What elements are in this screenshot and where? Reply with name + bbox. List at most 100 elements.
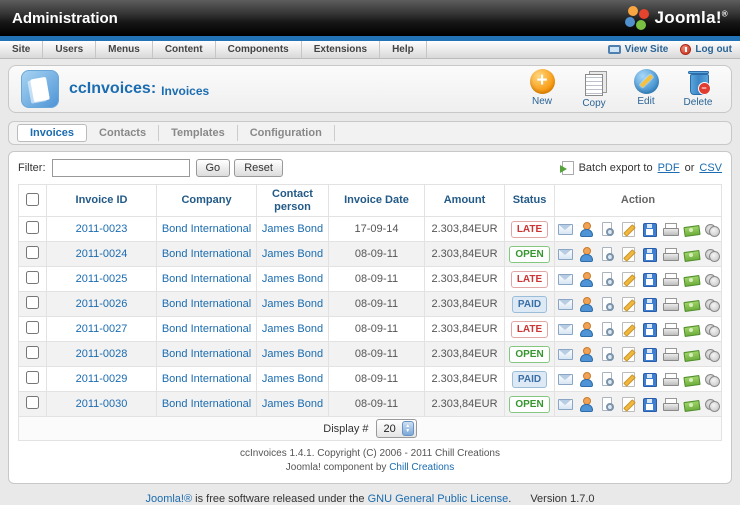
- invoice-id-link[interactable]: 2011-0029: [76, 373, 128, 385]
- credit-icon[interactable]: [704, 321, 720, 338]
- payment-icon[interactable]: [683, 221, 699, 237]
- edit-doc-icon[interactable]: [620, 221, 636, 238]
- chill-creations-link[interactable]: Chill Creations: [389, 462, 454, 473]
- company-link[interactable]: Bond International: [162, 298, 251, 310]
- print-icon[interactable]: [662, 371, 679, 387]
- contact-link[interactable]: James Bond: [262, 223, 323, 235]
- row-checkbox[interactable]: [26, 246, 39, 260]
- credit-icon[interactable]: [704, 296, 720, 313]
- edit-doc-icon[interactable]: [620, 246, 636, 263]
- row-checkbox[interactable]: [26, 371, 39, 385]
- send-email-icon[interactable]: [557, 346, 573, 362]
- download-icon[interactable]: [641, 296, 657, 313]
- preview-icon[interactable]: [599, 296, 615, 312]
- contact-icon[interactable]: [578, 271, 594, 288]
- preview-icon[interactable]: [599, 321, 615, 337]
- send-email-icon[interactable]: [557, 221, 573, 237]
- download-icon[interactable]: [641, 246, 657, 263]
- print-icon[interactable]: [662, 221, 679, 237]
- column-header-company[interactable]: Company: [156, 183, 257, 218]
- preview-icon[interactable]: [599, 346, 615, 362]
- print-icon[interactable]: [662, 321, 679, 337]
- download-icon[interactable]: [641, 221, 657, 238]
- invoice-id-link[interactable]: 2011-0027: [76, 323, 128, 335]
- menu-item[interactable]: Users: [43, 41, 97, 58]
- menu-item[interactable]: Site: [0, 41, 44, 58]
- credit-icon[interactable]: [704, 221, 720, 238]
- contact-link[interactable]: James Bond: [262, 348, 323, 360]
- company-link[interactable]: Bond International: [162, 398, 251, 410]
- toolbar-button[interactable]: Delete: [677, 69, 719, 109]
- view-site-link[interactable]: View Site: [607, 44, 668, 55]
- menu-item[interactable]: Extensions: [302, 41, 381, 58]
- preview-icon[interactable]: [599, 371, 615, 387]
- contact-icon[interactable]: [578, 346, 594, 363]
- contact-icon[interactable]: [578, 321, 594, 338]
- edit-doc-icon[interactable]: [620, 296, 636, 313]
- contact-link[interactable]: James Bond: [262, 398, 323, 410]
- tab[interactable]: Contacts: [87, 125, 160, 141]
- send-email-icon[interactable]: [557, 321, 573, 337]
- company-link[interactable]: Bond International: [162, 273, 251, 285]
- contact-icon[interactable]: [578, 396, 594, 413]
- edit-doc-icon[interactable]: [620, 396, 636, 413]
- menu-item[interactable]: Components: [216, 41, 302, 58]
- preview-icon[interactable]: [599, 221, 615, 237]
- preview-icon[interactable]: [599, 396, 615, 412]
- print-icon[interactable]: [662, 396, 679, 412]
- invoice-id-link[interactable]: 2011-0028: [76, 348, 128, 360]
- contact-link[interactable]: James Bond: [262, 298, 323, 310]
- select-all-checkbox[interactable]: [26, 192, 39, 206]
- filter-go-button[interactable]: Go: [195, 159, 231, 177]
- credit-icon[interactable]: [704, 371, 720, 388]
- row-checkbox[interactable]: [26, 346, 39, 360]
- download-icon[interactable]: [641, 271, 657, 288]
- credit-icon[interactable]: [704, 396, 720, 413]
- credit-icon[interactable]: [704, 346, 720, 363]
- download-icon[interactable]: [641, 371, 657, 388]
- joomla-link[interactable]: Joomla!®: [145, 493, 192, 505]
- payment-icon[interactable]: [683, 346, 699, 362]
- payment-icon[interactable]: [683, 371, 699, 387]
- company-link[interactable]: Bond International: [162, 223, 251, 235]
- send-email-icon[interactable]: [557, 296, 573, 312]
- menu-item[interactable]: Help: [380, 41, 427, 58]
- edit-doc-icon[interactable]: [620, 346, 636, 363]
- row-checkbox[interactable]: [26, 396, 39, 410]
- toolbar-button[interactable]: Edit: [625, 69, 667, 109]
- contact-link[interactable]: James Bond: [262, 373, 323, 385]
- print-icon[interactable]: [662, 246, 679, 262]
- credit-icon[interactable]: [704, 246, 720, 263]
- preview-icon[interactable]: [599, 271, 615, 287]
- contact-icon[interactable]: [578, 246, 594, 263]
- export-csv-link[interactable]: CSV: [699, 162, 722, 174]
- credit-icon[interactable]: [704, 271, 720, 288]
- filter-reset-button[interactable]: Reset: [234, 159, 283, 177]
- payment-icon[interactable]: [683, 246, 699, 262]
- contact-link[interactable]: James Bond: [262, 323, 323, 335]
- print-icon[interactable]: [662, 271, 679, 287]
- send-email-icon[interactable]: [557, 271, 573, 287]
- row-checkbox[interactable]: [26, 271, 39, 285]
- tab[interactable]: Configuration: [238, 125, 335, 141]
- print-icon[interactable]: [662, 296, 679, 312]
- contact-icon[interactable]: [578, 371, 594, 388]
- company-link[interactable]: Bond International: [162, 323, 251, 335]
- download-icon[interactable]: [641, 396, 657, 413]
- contact-icon[interactable]: [578, 221, 594, 238]
- invoice-id-link[interactable]: 2011-0025: [76, 273, 128, 285]
- edit-doc-icon[interactable]: [620, 371, 636, 388]
- company-link[interactable]: Bond International: [162, 348, 251, 360]
- display-limit-select[interactable]: 20 ▲ ▼: [375, 419, 417, 439]
- invoice-id-link[interactable]: 2011-0026: [76, 298, 128, 310]
- download-icon[interactable]: [641, 346, 657, 363]
- payment-icon[interactable]: [683, 321, 699, 337]
- row-checkbox[interactable]: [26, 221, 39, 235]
- download-icon[interactable]: [641, 321, 657, 338]
- row-checkbox[interactable]: [26, 321, 39, 335]
- edit-doc-icon[interactable]: [620, 321, 636, 338]
- toolbar-button[interactable]: Copy: [573, 69, 615, 109]
- company-link[interactable]: Bond International: [162, 248, 251, 260]
- column-header-invoice-date[interactable]: Invoice Date: [328, 183, 425, 218]
- column-header-invoice-id[interactable]: Invoice ID: [46, 183, 157, 218]
